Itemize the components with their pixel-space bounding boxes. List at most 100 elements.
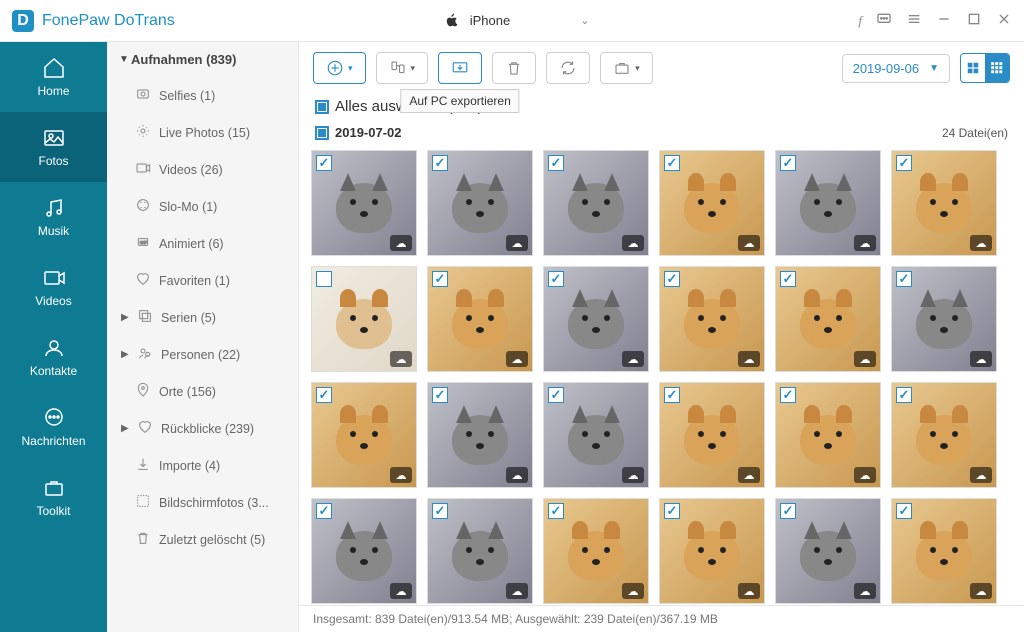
- checkbox-icon[interactable]: ✓: [780, 387, 796, 403]
- photo-thumbnail[interactable]: ✓☁: [891, 266, 997, 372]
- photo-thumbnail[interactable]: ✓☁: [543, 266, 649, 372]
- photo-thumbnail[interactable]: ✓☁: [659, 382, 765, 488]
- cloud-icon: ☁: [622, 583, 644, 599]
- cloud-icon: ☁: [738, 467, 760, 483]
- photo-thumbnail[interactable]: ✓☁: [775, 498, 881, 604]
- device-selector[interactable]: iPhone ⌄: [444, 13, 590, 29]
- sidebar: Home Fotos Musik Videos Kontakte Nachric…: [0, 42, 107, 632]
- subnav-item[interactable]: Bildschirmfotos (3...: [107, 484, 298, 521]
- checkbox-icon[interactable]: ✓: [780, 271, 796, 287]
- checkbox-icon[interactable]: ✓: [896, 387, 912, 403]
- checkbox-icon[interactable]: ✓: [432, 155, 448, 171]
- photo-thumbnail[interactable]: ✓☁: [427, 498, 533, 604]
- checkbox-icon[interactable]: ✓: [316, 503, 332, 519]
- checkbox-icon[interactable]: [315, 100, 329, 114]
- photo-thumbnail[interactable]: ✓☁: [311, 498, 417, 604]
- subnav-header[interactable]: ▼ Aufnahmen (839): [107, 42, 298, 77]
- export-pc-button[interactable]: Auf PC exportieren: [438, 52, 482, 84]
- main-panel: ▾ ▾ Auf PC exportieren ▾ 2019-09: [299, 42, 1024, 632]
- photo-thumbnail[interactable]: ✓☁: [543, 150, 649, 256]
- sidebar-item-toolkit[interactable]: Toolkit: [0, 462, 107, 532]
- photo-thumbnail[interactable]: ✓☁: [427, 266, 533, 372]
- photo-thumbnail[interactable]: ✓☁: [659, 150, 765, 256]
- checkbox-icon[interactable]: ✓: [548, 271, 564, 287]
- view-grid-small-button[interactable]: [985, 54, 1009, 82]
- checkbox-icon[interactable]: [315, 126, 329, 140]
- checkbox-icon[interactable]: ✓: [780, 503, 796, 519]
- cloud-icon: ☁: [622, 235, 644, 251]
- photo-thumbnail[interactable]: ✓☁: [891, 498, 997, 604]
- cloud-icon: ☁: [854, 467, 876, 483]
- subnav-item[interactable]: Importe (4): [107, 447, 298, 484]
- delete-button[interactable]: [492, 52, 536, 84]
- date-group-header[interactable]: 2019-07-02 24 Datei(en): [299, 119, 1024, 146]
- checkbox-icon[interactable]: ✓: [664, 503, 680, 519]
- photo-thumbnail[interactable]: ✓☁: [311, 382, 417, 488]
- toolbox-button[interactable]: ▾: [600, 52, 653, 84]
- photo-thumbnail[interactable]: ✓☁: [775, 382, 881, 488]
- sidebar-item-home[interactable]: Home: [0, 42, 107, 112]
- checkbox-icon[interactable]: ✓: [316, 387, 332, 403]
- checkbox-icon[interactable]: ✓: [664, 271, 680, 287]
- facebook-icon[interactable]: f: [858, 13, 862, 29]
- checkbox-icon[interactable]: ✓: [896, 155, 912, 171]
- photo-thumbnail[interactable]: ☁: [311, 266, 417, 372]
- sidebar-item-musik[interactable]: Musik: [0, 182, 107, 252]
- checkbox-icon[interactable]: ✓: [432, 271, 448, 287]
- checkbox-icon[interactable]: ✓: [548, 155, 564, 171]
- sidebar-item-fotos[interactable]: Fotos: [0, 112, 107, 182]
- subnav-item[interactable]: Selfies (1): [107, 77, 298, 114]
- checkbox-icon[interactable]: ✓: [896, 503, 912, 519]
- subnav-item[interactable]: Orte (156): [107, 373, 298, 410]
- subnav-item[interactable]: GIFAnimiert (6): [107, 225, 298, 262]
- checkbox-icon[interactable]: ✓: [432, 503, 448, 519]
- subnav-item[interactable]: Videos (26): [107, 151, 298, 188]
- category-icon: [137, 308, 153, 327]
- subnav-item[interactable]: Favoriten (1): [107, 262, 298, 299]
- photo-thumbnail[interactable]: ✓☁: [775, 266, 881, 372]
- subnav-item[interactable]: Zuletzt gelöscht (5): [107, 521, 298, 558]
- subnav: ▼ Aufnahmen (839) Selfies (1) Live Photos…: [107, 42, 299, 632]
- subnav-label: Selfies (1): [159, 89, 215, 103]
- photo-thumbnail[interactable]: ✓☁: [427, 150, 533, 256]
- checkbox-icon[interactable]: ✓: [432, 387, 448, 403]
- photo-thumbnail[interactable]: ✓☁: [891, 150, 997, 256]
- checkbox-icon[interactable]: ✓: [548, 503, 564, 519]
- subnav-item[interactable]: ▶Serien (5): [107, 299, 298, 336]
- photo-thumbnail[interactable]: ✓☁: [427, 382, 533, 488]
- photo-thumbnail[interactable]: ✓☁: [775, 150, 881, 256]
- maximize-button[interactable]: [966, 11, 982, 30]
- checkbox-icon[interactable]: ✓: [664, 387, 680, 403]
- photo-thumbnail[interactable]: ✓☁: [659, 498, 765, 604]
- photo-thumbnail[interactable]: ✓☁: [543, 498, 649, 604]
- date-picker[interactable]: 2019-09-06 ▼: [842, 54, 950, 83]
- minimize-button[interactable]: [936, 11, 952, 30]
- checkbox-icon[interactable]: [316, 271, 332, 287]
- caret-right-icon: ▶: [121, 349, 129, 360]
- checkbox-icon[interactable]: ✓: [548, 387, 564, 403]
- photo-grid: ✓☁✓☁✓☁✓☁✓☁✓☁☁✓☁✓☁✓☁✓☁✓☁✓☁✓☁✓☁✓☁✓☁✓☁✓☁✓☁✓…: [299, 146, 1024, 605]
- view-grid-large-button[interactable]: [961, 54, 985, 82]
- checkbox-icon[interactable]: ✓: [896, 271, 912, 287]
- subnav-item[interactable]: Slo-Mo (1): [107, 188, 298, 225]
- photo-thumbnail[interactable]: ✓☁: [659, 266, 765, 372]
- subnav-item[interactable]: ▶Rückblicke (239): [107, 410, 298, 447]
- photo-thumbnail[interactable]: ✓☁: [891, 382, 997, 488]
- subnav-item[interactable]: Live Photos (15): [107, 114, 298, 151]
- sidebar-item-kontakte[interactable]: Kontakte: [0, 322, 107, 392]
- checkbox-icon[interactable]: ✓: [316, 155, 332, 171]
- transfer-device-button[interactable]: ▾: [376, 52, 429, 84]
- refresh-button[interactable]: [546, 52, 590, 84]
- photo-thumbnail[interactable]: ✓☁: [543, 382, 649, 488]
- sidebar-item-nachrichten[interactable]: Nachrichten: [0, 392, 107, 462]
- checkbox-icon[interactable]: ✓: [780, 155, 796, 171]
- caret-right-icon: ▶: [121, 312, 129, 323]
- checkbox-icon[interactable]: ✓: [664, 155, 680, 171]
- sidebar-item-videos[interactable]: Videos: [0, 252, 107, 322]
- menu-icon[interactable]: [906, 11, 922, 30]
- add-button[interactable]: ▾: [313, 52, 366, 84]
- subnav-item[interactable]: ▶Personen (22): [107, 336, 298, 373]
- close-button[interactable]: [996, 11, 1012, 30]
- photo-thumbnail[interactable]: ✓☁: [311, 150, 417, 256]
- feedback-icon[interactable]: [876, 11, 892, 30]
